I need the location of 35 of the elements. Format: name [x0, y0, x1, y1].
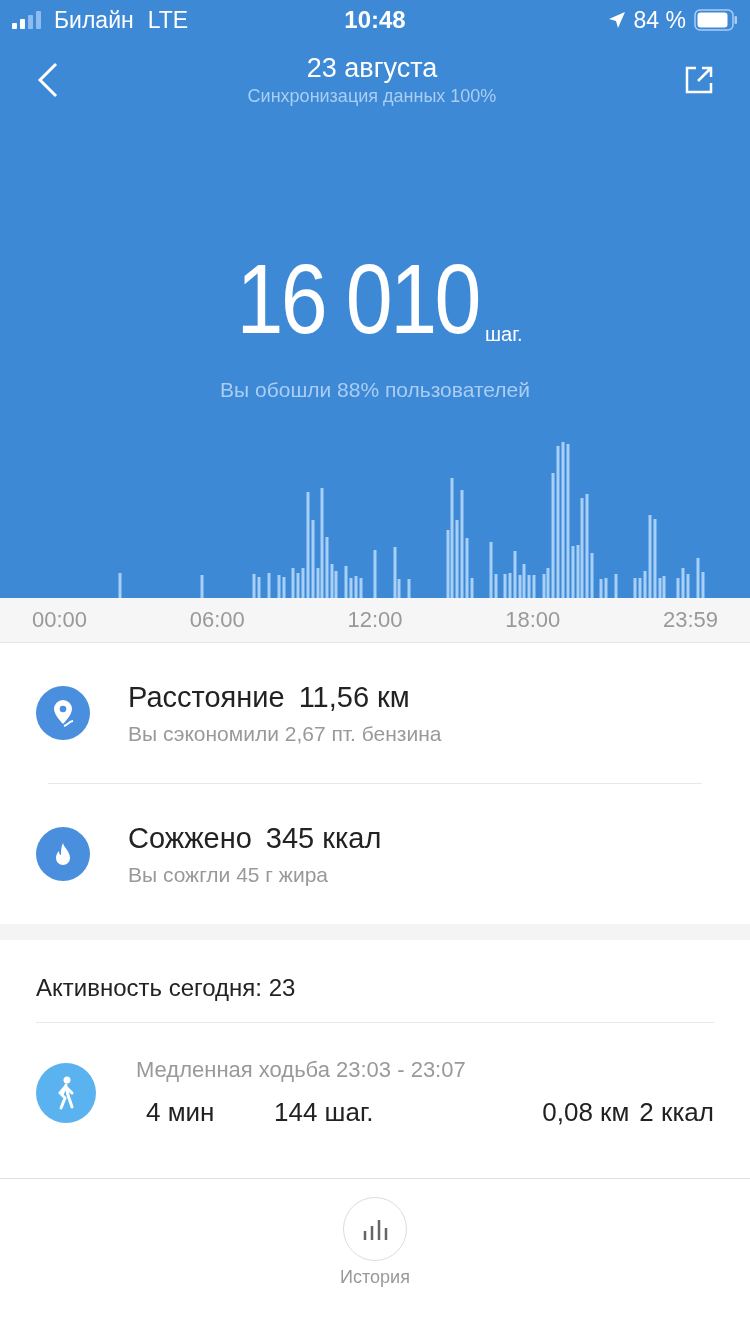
step-count: 16 010 — [236, 250, 480, 348]
stat-note: Вы сэкономили 2,67 пт. бензина — [128, 721, 442, 746]
stat-title: Сожжено — [128, 821, 252, 855]
stat-value: 11,56 км — [298, 680, 410, 714]
stat-note: Вы сожгли 45 г жира — [128, 862, 329, 887]
activity-distance: 0,08 км — [542, 1097, 630, 1128]
status-time: 10:48 — [344, 6, 406, 34]
activity-title: Медленная ходьба 23:03 - 23:07 — [136, 1057, 467, 1083]
flame-icon — [36, 827, 90, 881]
history-label: История — [340, 1267, 410, 1288]
location-pin-icon — [36, 686, 90, 740]
battery-percent: 84 % — [633, 6, 686, 34]
stat-value: 345 ккал — [265, 821, 382, 855]
carrier-name: Билайн — [54, 6, 134, 34]
time-label: 18:00 — [505, 607, 561, 633]
location-arrow-icon — [607, 11, 626, 29]
sync-status: Синхронизация данных 100% — [247, 86, 497, 107]
back-icon[interactable] — [36, 62, 60, 98]
battery-icon — [694, 9, 738, 31]
time-label: 23:59 — [662, 607, 718, 633]
step-unit: шаг. — [485, 323, 523, 346]
date-title: 23 августа — [306, 53, 438, 84]
stat-title: Расстояние — [128, 680, 285, 714]
activity-duration: 4 мин — [146, 1097, 216, 1128]
ranking-caption: Вы обошли 88% пользователей — [220, 378, 530, 402]
activity-calories: 2 ккал — [639, 1097, 714, 1128]
time-label: 12:00 — [347, 607, 403, 633]
activity-heading: Активность сегодня: 23 — [35, 973, 297, 1003]
time-label: 00:00 — [32, 607, 88, 633]
network-type: LTE — [147, 6, 189, 34]
activity-steps: 144 шаг. — [274, 1097, 374, 1127]
signal-icon — [12, 11, 44, 29]
share-icon[interactable] — [684, 65, 714, 95]
time-label: 06:00 — [189, 607, 245, 633]
walking-person-icon — [36, 1062, 96, 1123]
